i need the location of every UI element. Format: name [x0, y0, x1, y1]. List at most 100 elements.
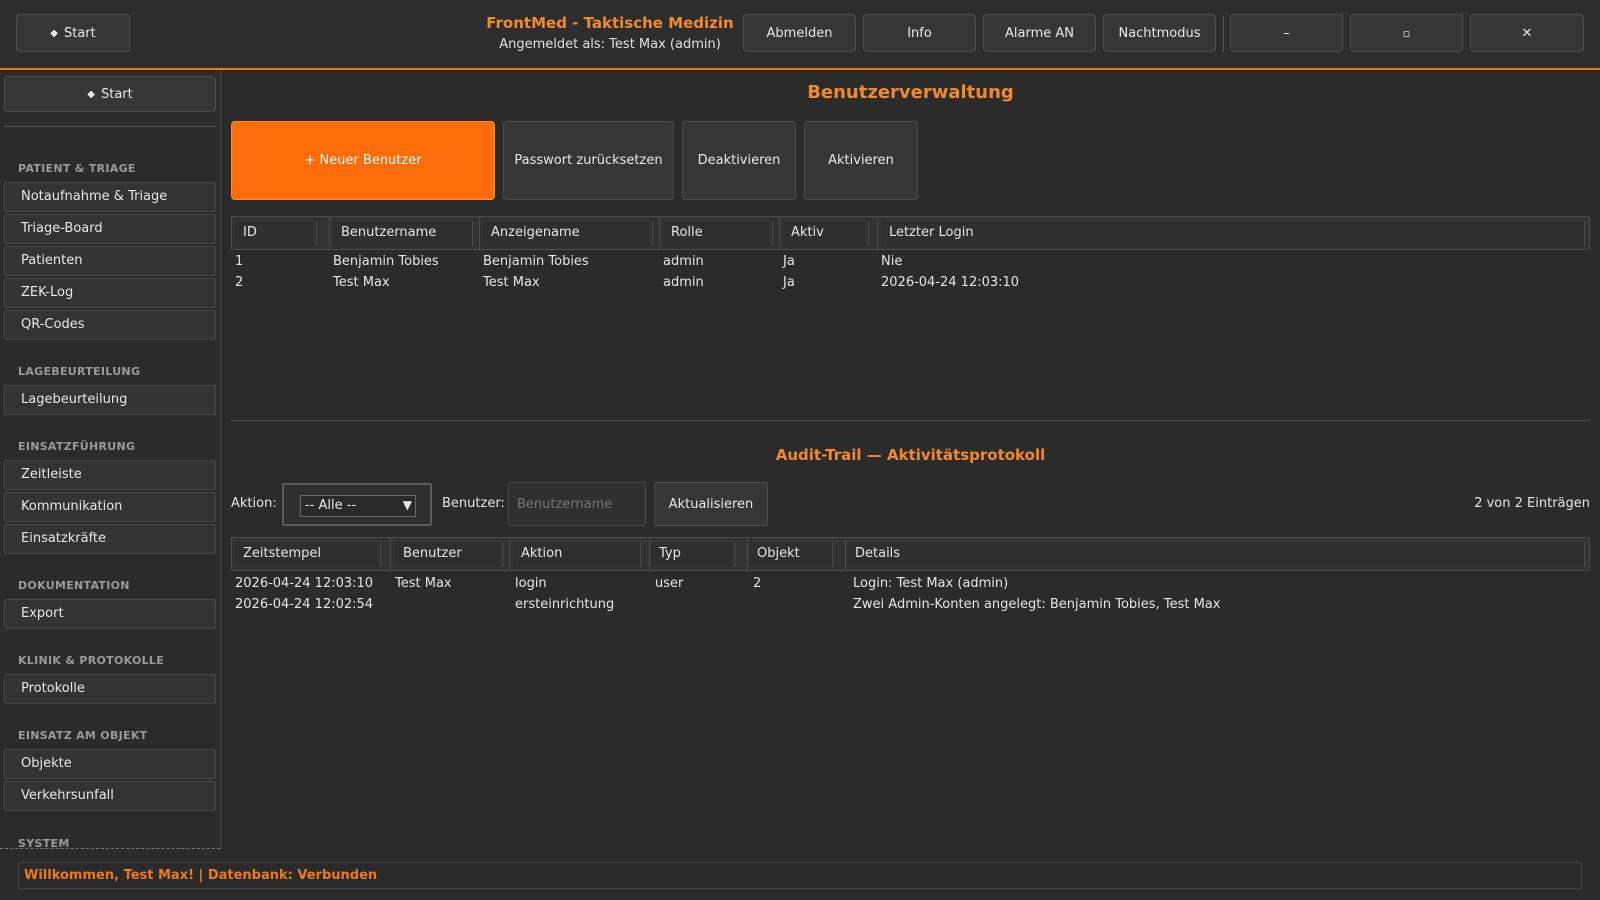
users-col-id[interactable]: ID	[235, 221, 317, 245]
close-button[interactable]: ✕	[1470, 14, 1584, 52]
sidebar-item-qr-codes[interactable]: QR-Codes	[4, 310, 216, 340]
table-row[interactable]: 1 Benjamin Tobies Benjamin Tobies admin …	[231, 252, 1590, 273]
cell-details: Login: Test Max (admin)	[853, 576, 1009, 591]
cell-role: admin	[663, 254, 704, 269]
section-title-einsatz-am-objekt: EINSATZ AM OBJEKT	[18, 729, 148, 742]
sidebar-item-triage-board[interactable]: Triage-Board	[4, 214, 216, 244]
table-row[interactable]: 2 Test Max Test Max admin Ja 2026-04-24 …	[231, 273, 1590, 294]
action-filter-label: Aktion:	[231, 496, 277, 511]
top-bar: ◆ Start FrontMed - Taktische Medizin Ang…	[0, 0, 1600, 70]
user-filter-input[interactable]	[508, 482, 646, 526]
col-divider	[509, 537, 510, 571]
users-col-active[interactable]: Aktiv	[783, 221, 869, 245]
cell-timestamp: 2026-04-24 12:03:10	[235, 576, 374, 591]
sidebar-item-export[interactable]: Export	[4, 599, 216, 629]
activate-button[interactable]: Aktivieren	[804, 121, 918, 200]
cell-details: Zwei Admin-Konten angelegt: Benjamin Tob…	[853, 597, 1221, 612]
section-title-dokumentation: DOKUMENTATION	[18, 579, 130, 592]
section-title-klinik-protokolle: KLINIK & PROTOKOLLE	[18, 654, 165, 667]
diamond-icon: ◆	[50, 27, 58, 39]
col-divider	[779, 216, 780, 250]
table-row[interactable]: 2026-04-24 12:03:10 Test Max login user …	[231, 574, 1590, 595]
action-filter-selected: -- Alle --	[305, 498, 357, 513]
users-table-header: ID Benutzername Anzeigename Rolle Aktiv …	[231, 216, 1590, 250]
sidebar-item-zeitleiste[interactable]: Zeitleiste	[4, 460, 216, 490]
cell-user: Test Max	[395, 576, 452, 591]
users-col-username[interactable]: Benutzername	[333, 221, 473, 245]
col-divider	[329, 216, 330, 250]
audit-col-timestamp[interactable]: Zeitstempel	[235, 542, 381, 566]
cell-action: ersteinrichtung	[515, 597, 615, 612]
cell-type: user	[655, 576, 684, 591]
sidebar-item-kommunikation[interactable]: Kommunikation	[4, 492, 216, 522]
sidebar-item-lagebeurteilung[interactable]: Lagebeurteilung	[4, 385, 216, 415]
sidebar-item-zek-log[interactable]: ZEK-Log	[4, 278, 216, 308]
col-divider	[390, 537, 391, 571]
users-col-role[interactable]: Rolle	[663, 221, 773, 245]
action-filter-select[interactable]: -- Alle -- ▼	[282, 483, 432, 526]
status-bar: Willkommen, Test Max! | Datenbank: Verbu…	[18, 862, 1582, 889]
logged-in-as: Angemeldet als: Test Max (admin)	[499, 37, 721, 52]
reset-password-button[interactable]: Passwort zurücksetzen	[503, 121, 674, 200]
section-divider	[231, 420, 1590, 421]
diamond-icon: ◆	[87, 88, 95, 100]
section-title-patient-triage: PATIENT & TRIAGE	[18, 162, 136, 175]
minimize-button[interactable]: –	[1230, 14, 1343, 52]
new-user-button[interactable]: + Neuer Benutzer	[231, 121, 495, 200]
cell-displayname: Test Max	[483, 275, 540, 290]
section-title-einsatzfuehrung: EINSATZFÜHRUNG	[18, 440, 136, 453]
cell-username: Benjamin Tobies	[333, 254, 439, 269]
cell-lastlogin: 2026-04-24 12:03:10	[881, 275, 1020, 290]
cell-id: 1	[235, 254, 244, 269]
action-filter-value: -- Alle -- ▼	[300, 495, 416, 517]
cell-displayname: Benjamin Tobies	[483, 254, 589, 269]
info-button[interactable]: Info	[863, 14, 976, 52]
col-divider	[747, 537, 748, 571]
maximize-button[interactable]: ▫	[1350, 14, 1463, 52]
top-start-label: Start	[63, 25, 96, 41]
sidebar-item-objekte[interactable]: Objekte	[4, 749, 216, 779]
col-divider	[659, 216, 660, 250]
col-divider	[877, 216, 878, 250]
cell-lastlogin: Nie	[881, 254, 903, 269]
audit-col-details[interactable]: Details	[847, 542, 1585, 566]
sidebar-item-notaufnahme[interactable]: Notaufnahme & Triage	[4, 182, 216, 212]
col-divider	[845, 537, 846, 571]
cell-id: 2	[235, 275, 244, 290]
audit-col-action[interactable]: Aktion	[513, 542, 641, 566]
users-col-displayname[interactable]: Anzeigename	[483, 221, 653, 245]
night-mode-button[interactable]: Nachtmodus	[1103, 14, 1216, 52]
logout-button[interactable]: Abmelden	[743, 14, 856, 52]
audit-col-type[interactable]: Typ	[651, 542, 735, 566]
section-title-lagebeurteilung: LAGEBEURTEILUNG	[18, 365, 141, 378]
cell-timestamp: 2026-04-24 12:02:54	[235, 597, 374, 612]
sidebar-start-button[interactable]: ◆ Start	[4, 76, 216, 112]
cell-action: login	[515, 576, 547, 591]
sidebar-item-verkehrsunfall[interactable]: Verkehrsunfall	[4, 781, 216, 811]
app-title: FrontMed - Taktische Medizin	[486, 14, 734, 32]
entry-count: 2 von 2 Einträgen	[1474, 496, 1590, 511]
sidebar: ◆ Start PATIENT & TRIAGE Notaufnahme & T…	[0, 70, 221, 850]
sidebar-item-einsatzkraefte[interactable]: Einsatzkräfte	[4, 524, 216, 554]
top-start-button[interactable]: ◆ Start	[16, 14, 130, 52]
sidebar-start-label: Start	[100, 86, 133, 102]
users-col-lastlogin[interactable]: Letzter Login	[881, 221, 1585, 245]
col-divider	[479, 216, 480, 250]
cell-role: admin	[663, 275, 704, 290]
sidebar-divider	[4, 126, 216, 127]
cell-object: 2	[753, 576, 762, 591]
user-filter-label: Benutzer:	[442, 496, 505, 511]
audit-col-user[interactable]: Benutzer	[395, 542, 503, 566]
deactivate-button[interactable]: Deaktivieren	[682, 121, 796, 200]
toolbar-divider	[1223, 16, 1224, 52]
sidebar-item-protokolle[interactable]: Protokolle	[4, 674, 216, 704]
cell-active: Ja	[783, 275, 795, 290]
alarms-toggle-button[interactable]: Alarme AN	[983, 14, 1096, 52]
sidebar-scroll-edge	[0, 848, 220, 849]
sidebar-item-patienten[interactable]: Patienten	[4, 246, 216, 276]
table-row[interactable]: 2026-04-24 12:02:54 ersteinrichtung Zwei…	[231, 595, 1590, 616]
audit-col-object[interactable]: Objekt	[749, 542, 833, 566]
audit-table-header: Zeitstempel Benutzer Aktion Typ Objekt D…	[231, 537, 1590, 571]
refresh-button[interactable]: Aktualisieren	[654, 482, 768, 526]
cell-active: Ja	[783, 254, 795, 269]
